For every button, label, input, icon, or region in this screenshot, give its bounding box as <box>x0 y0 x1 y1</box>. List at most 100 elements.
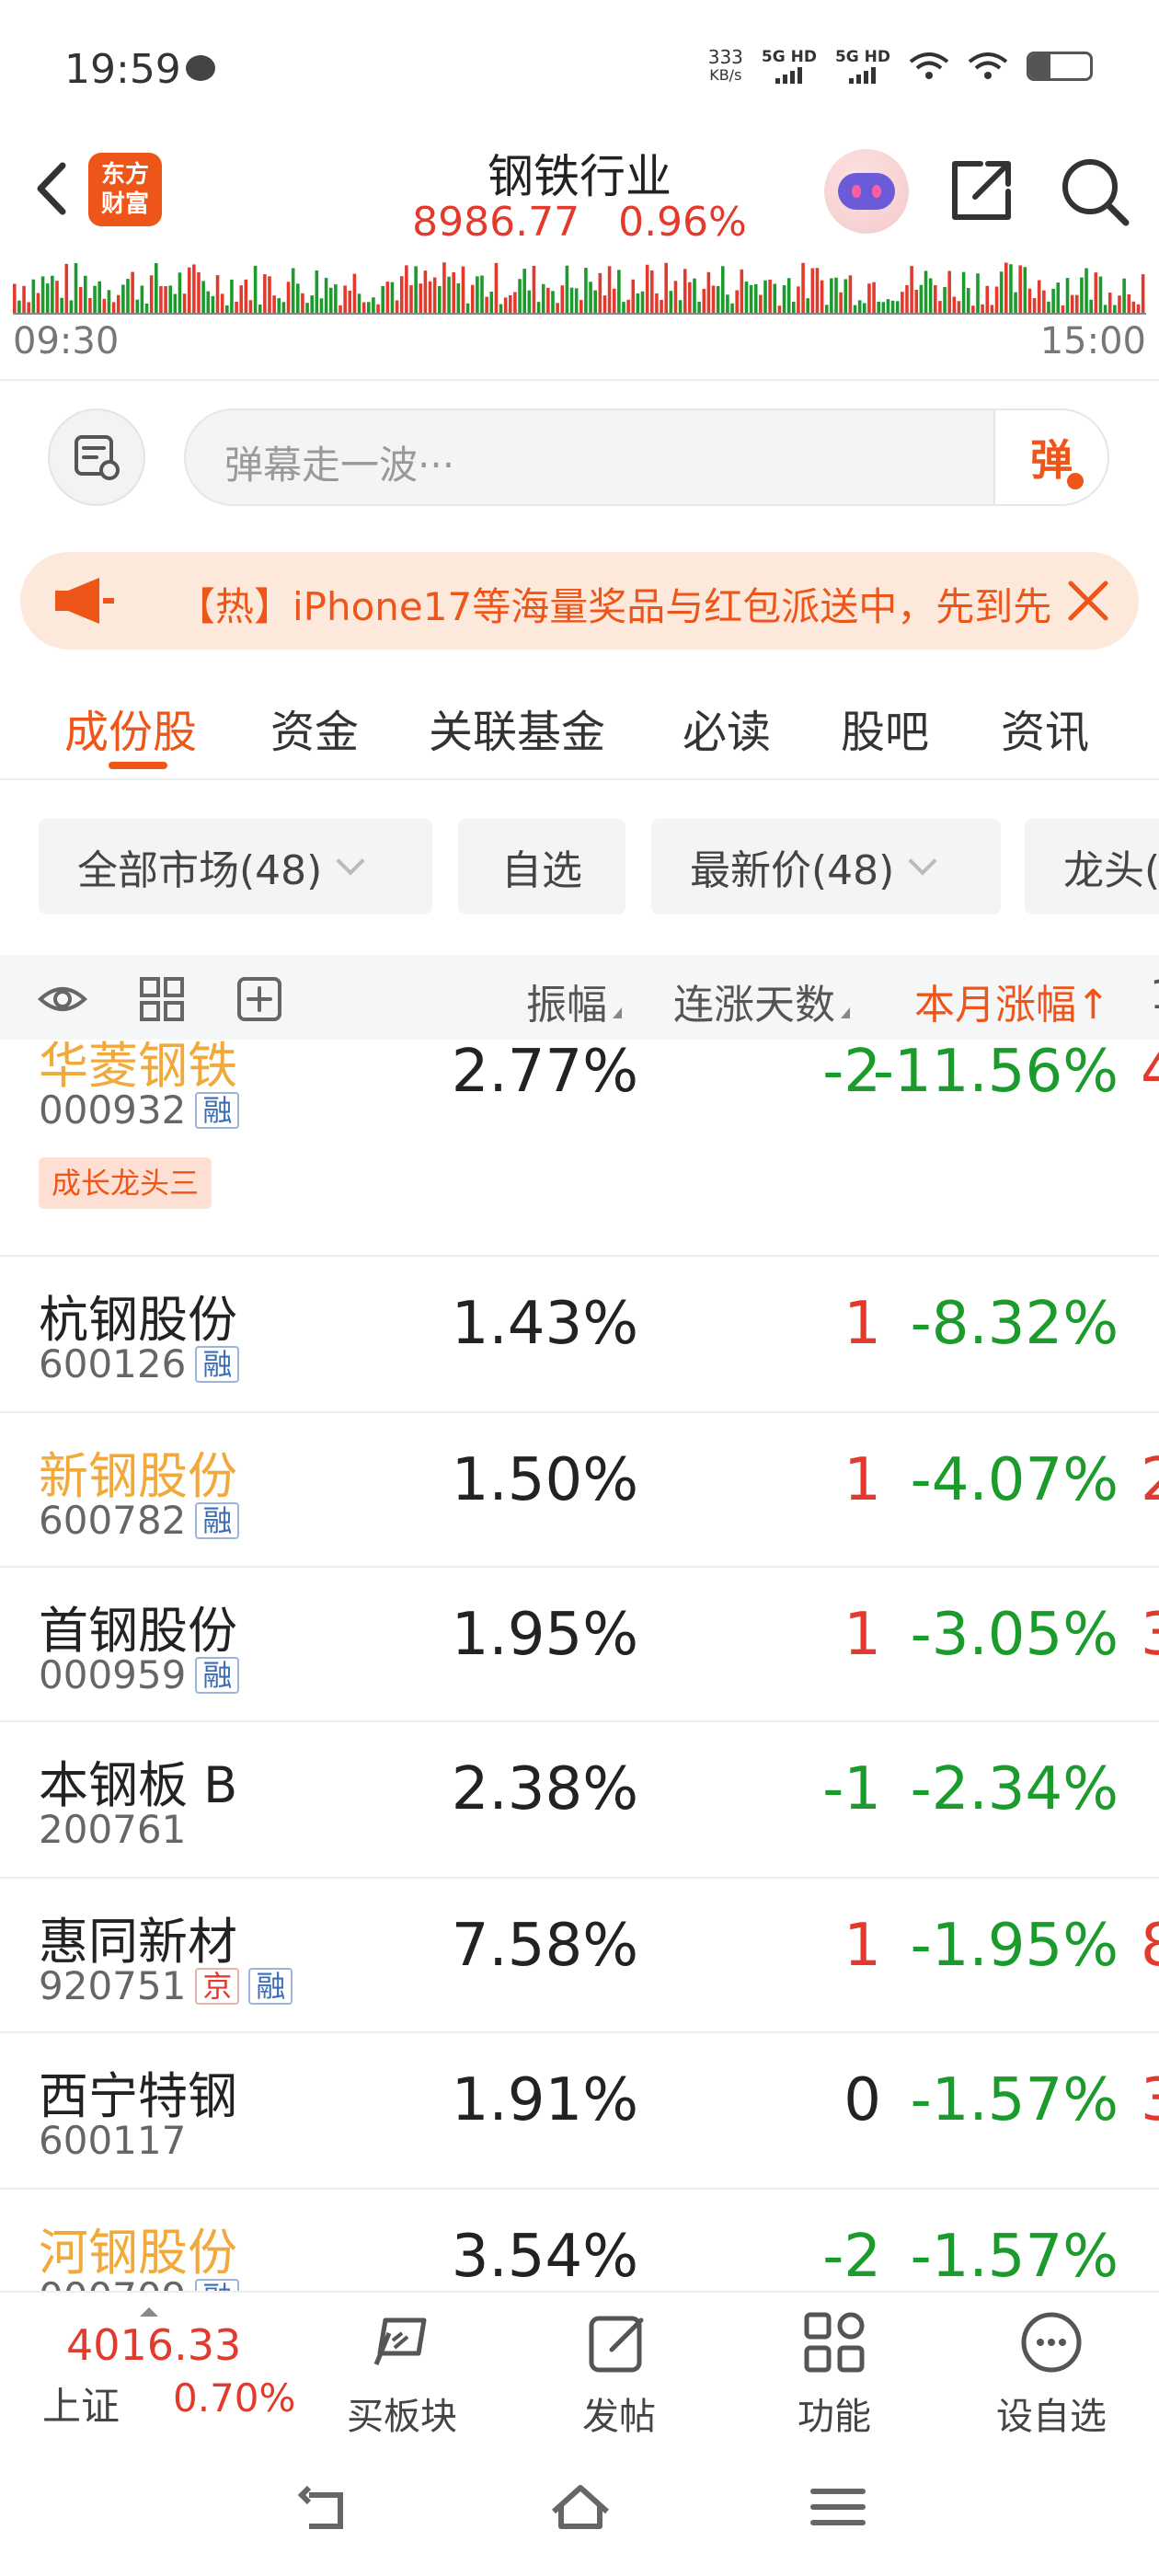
volume-bar <box>574 288 579 313</box>
volume-bar <box>423 270 428 313</box>
stock-code-line: 600126 融 <box>39 1341 240 1386</box>
promo-banner[interactable]: 【热】iPhone17等海量奖品与红包派送中，先到先得 <box>20 552 1139 650</box>
volume-bar <box>1065 278 1070 313</box>
tab-must-read[interactable]: 必读 <box>683 696 771 760</box>
volume-bar <box>1051 288 1055 313</box>
functions-button[interactable]: 功能 <box>747 2307 922 2438</box>
month-change-column[interactable]: 本月涨幅↑ <box>914 972 1110 1030</box>
volume-bar <box>319 298 324 313</box>
home-nav-icon[interactable] <box>548 2475 613 2539</box>
volume-bar <box>895 301 900 313</box>
volume-bar <box>503 297 508 313</box>
table-row[interactable]: 惠同新材920751京融7.58%1-1.95%8 <box>0 1879 1159 2033</box>
streak-value: 1 <box>843 1446 881 1514</box>
share-icon[interactable] <box>947 155 1017 224</box>
volume-bar <box>239 285 243 313</box>
tab-constituents[interactable]: 成份股 <box>64 696 197 760</box>
volume-bar <box>1080 277 1084 313</box>
table-row[interactable]: 新钢股份600782融1.50%1-4.07%2 <box>0 1413 1159 1568</box>
stock-tag: 融 <box>195 1501 240 1539</box>
volume-bar <box>116 294 120 313</box>
close-icon[interactable] <box>1063 576 1113 626</box>
volume-bar <box>409 285 413 313</box>
volume-bar <box>465 303 470 313</box>
volume-bar <box>182 293 187 313</box>
stock-code-line: 000932 融 <box>39 1087 240 1133</box>
month-change-value: -4.07% <box>910 1446 1119 1514</box>
volume-bar <box>164 286 167 313</box>
back-nav-icon[interactable] <box>291 2475 355 2539</box>
danmu-settings-icon <box>75 435 120 480</box>
amplitude-column[interactable]: 振幅 <box>526 972 622 1030</box>
sim1-signal-icon: 5G HD <box>762 49 817 84</box>
volume-bar <box>339 305 342 313</box>
streak-column[interactable]: 连涨天数 <box>673 972 850 1030</box>
amplitude-value: 1.50% <box>451 1446 638 1514</box>
volume-bar <box>244 279 248 313</box>
stock-code-line: 000709 融 <box>39 2274 240 2291</box>
search-icon[interactable] <box>1058 155 1131 228</box>
post-button[interactable]: 发帖 <box>532 2307 706 2438</box>
column-header: 振幅 连涨天数 本月涨幅↑ 1 <box>0 955 1159 1040</box>
volume-bar <box>513 292 517 313</box>
table-row[interactable]: 本钢板 B 200761 2.38% -1 -2.34% <box>0 1722 1159 1879</box>
table-row[interactable]: 华菱钢铁000932融成长龙头三2.77%-2-11.56%4 <box>0 1040 1159 1257</box>
tab-news[interactable]: 资讯 <box>1001 696 1089 760</box>
volume-bar <box>867 283 871 313</box>
tab-funds[interactable]: 资金 <box>270 696 359 760</box>
buy-sector-button[interactable]: 买板块 <box>315 2307 489 2438</box>
volume-bar <box>645 264 649 313</box>
volume-bar <box>872 282 876 313</box>
tab-related-funds[interactable]: 关联基金 <box>429 696 605 760</box>
active-tab-indicator <box>109 762 167 769</box>
stock-tag: 京 <box>195 1967 240 2005</box>
grid-view-icon[interactable] <box>136 975 188 1023</box>
danmu-input[interactable]: 弹幕走一波··· 弹 <box>184 408 1109 506</box>
month-change-value: -1.57% <box>910 2223 1119 2291</box>
table-row[interactable]: 西宁特钢6001171.91%0-1.57%3 <box>0 2033 1159 2190</box>
shanghai-index-ticker[interactable]: 4016.33 上证 0.70% <box>37 2307 313 2431</box>
menu-nav-icon[interactable] <box>806 2475 870 2539</box>
leader-filter[interactable]: 龙头(4 <box>1025 819 1159 914</box>
volume-bar <box>277 298 281 313</box>
volume-bar <box>381 285 384 313</box>
volume-bar <box>976 273 980 313</box>
stock-tag: 融 <box>195 1345 240 1383</box>
volume-bar <box>84 275 87 313</box>
volume-bar <box>744 282 749 313</box>
market-filter[interactable]: 全部市场(48) <box>39 819 432 914</box>
amplitude-value: 2.77% <box>451 1040 638 1106</box>
volume-bar <box>390 282 395 313</box>
streak-value: 1 <box>843 1290 881 1358</box>
caret-up-icon <box>140 2307 158 2317</box>
volume-bar <box>1037 280 1041 313</box>
danmu-send-button[interactable]: 弹 <box>993 410 1107 504</box>
volume-bar <box>155 263 158 313</box>
volume-bar <box>612 288 616 313</box>
tab-forum[interactable]: 股吧 <box>841 696 929 760</box>
volume-bar <box>385 282 390 313</box>
table-row[interactable]: 杭钢股份 600126 融 1.43% 1 -8.32% <box>0 1257 1159 1413</box>
add-column-icon[interactable] <box>234 975 285 1023</box>
price-filter[interactable]: 最新价(48) <box>651 819 1001 914</box>
next-column-value: 3 <box>1141 1601 1159 1669</box>
danmu-settings-button[interactable] <box>48 408 145 506</box>
eye-icon[interactable] <box>37 975 88 1023</box>
volume-bar <box>168 285 172 313</box>
ai-assistant-icon[interactable] <box>824 149 909 234</box>
stock-tag: 融 <box>195 1656 240 1694</box>
volume-bar <box>1103 305 1107 313</box>
volume-bar <box>593 290 597 313</box>
volume-bar <box>187 267 191 313</box>
volume-bar <box>372 297 375 313</box>
add-watchlist-button[interactable]: 设自选 <box>964 2307 1139 2438</box>
table-row[interactable]: 河钢股份000709融3.54%-2-1.57% <box>0 2190 1159 2291</box>
streak-value: -1 <box>822 1755 881 1823</box>
chevron-down-icon <box>908 846 937 876</box>
stock-list: 华菱钢铁000932融成长龙头三2.77%-2-11.56%4杭钢股份60012… <box>0 1040 1159 2291</box>
table-row[interactable]: 首钢股份000959融1.95%1-3.05%3 <box>0 1568 1159 1722</box>
watchlist-filter[interactable]: 自选 <box>458 819 625 914</box>
volume-bar <box>602 295 607 313</box>
message-notification-icon <box>186 55 215 81</box>
month-change-value: -3.05% <box>910 1601 1119 1669</box>
